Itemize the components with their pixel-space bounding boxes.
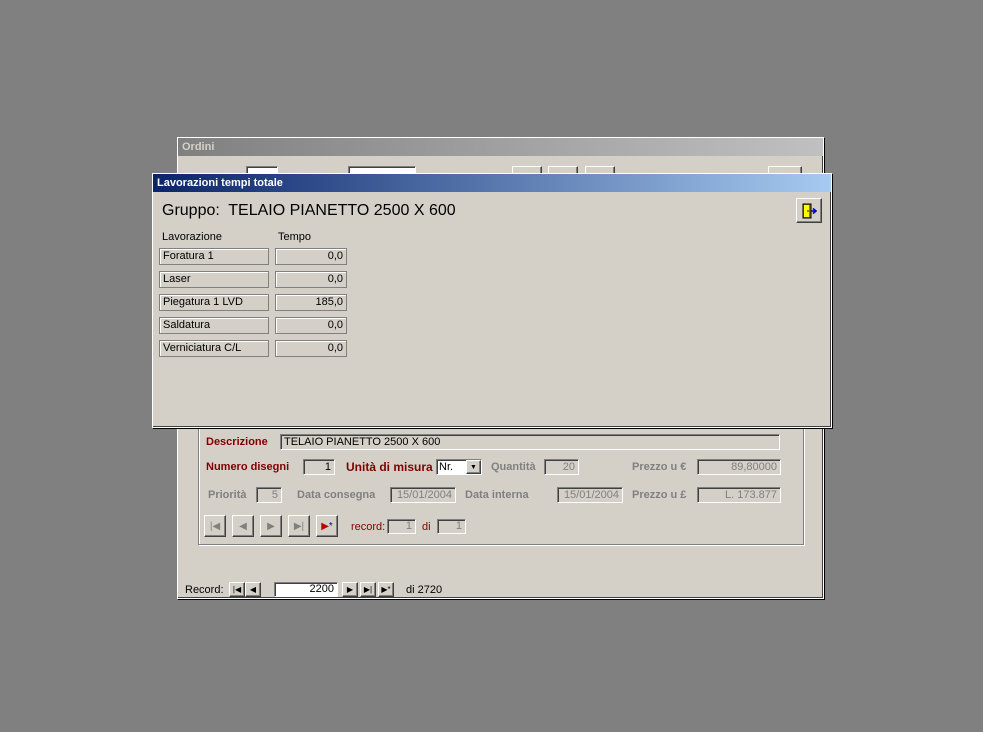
sub-first-record-button[interactable]: |◀ bbox=[204, 515, 226, 537]
data-consegna-label: Data consegna bbox=[297, 489, 376, 501]
sub-last-record-button[interactable]: ▶| bbox=[288, 515, 310, 537]
subrecord-of-label: di bbox=[422, 521, 431, 533]
subrecord-total-field: 1 bbox=[437, 519, 466, 534]
gruppo-value: TELAIO PIANETTO 2500 X 600 bbox=[228, 202, 456, 219]
subrecord-field[interactable]: 1 bbox=[387, 519, 416, 534]
quantita-label: Quantità bbox=[491, 461, 536, 473]
gruppo-heading: Gruppo: TELAIO PIANETTO 2500 X 600 bbox=[162, 202, 456, 220]
last-record-icon: ▶| bbox=[293, 520, 305, 532]
list-item: Saldatura 0,0 bbox=[159, 317, 359, 337]
descrizione-field[interactable]: TELAIO PIANETTO 2500 X 600 bbox=[280, 434, 780, 450]
unita-misura-select[interactable]: Nr. ▼ bbox=[436, 459, 482, 475]
lavorazione-tempo[interactable]: 185,0 bbox=[275, 294, 347, 311]
unita-misura-value: Nr. bbox=[439, 461, 454, 473]
subrecord-label: record: bbox=[351, 521, 386, 533]
exit-button[interactable] bbox=[796, 198, 822, 223]
sub-prev-record-button[interactable]: ◀ bbox=[232, 515, 254, 537]
list-item: Piegatura 1 LVD 185,0 bbox=[159, 294, 359, 314]
col-tempo-header: Tempo bbox=[278, 231, 312, 243]
lavorazione-name[interactable]: Saldatura bbox=[159, 317, 269, 334]
first-record-icon: |◀ bbox=[232, 585, 242, 594]
data-interna-label: Data interna bbox=[465, 489, 529, 501]
prev-record-icon: ◀ bbox=[239, 520, 247, 532]
prezzo-eur-field[interactable]: 89,80000 bbox=[697, 459, 781, 475]
lavorazione-tempo[interactable]: 0,0 bbox=[275, 317, 347, 334]
nav-first-record-button[interactable]: |◀ bbox=[229, 582, 245, 597]
nav-new-record-button[interactable]: ▶* bbox=[378, 582, 394, 597]
descrizione-label: Descrizione bbox=[206, 436, 268, 448]
lavorazioni-titlebar[interactable]: Lavorazioni tempi totale bbox=[153, 174, 831, 192]
data-interna-field[interactable]: 15/01/2004 bbox=[557, 487, 623, 503]
prezzo-lire-field[interactable]: L. 173.877 bbox=[697, 487, 781, 503]
record-number-input[interactable]: 2200 bbox=[274, 582, 338, 597]
exit-door-icon bbox=[802, 203, 817, 218]
unita-misura-label: Unità di misura bbox=[346, 460, 433, 474]
nav-prev-record-button[interactable]: ◀ bbox=[245, 582, 261, 597]
dropdown-arrow-icon[interactable]: ▼ bbox=[466, 460, 481, 474]
data-consegna-field[interactable]: 15/01/2004 bbox=[390, 487, 456, 503]
lavorazione-name[interactable]: Piegatura 1 LVD bbox=[159, 294, 269, 311]
lavorazione-name[interactable]: Foratura 1 bbox=[159, 248, 269, 265]
lavorazioni-title: Lavorazioni tempi totale bbox=[157, 177, 283, 189]
lavorazione-tempo[interactable]: 0,0 bbox=[275, 248, 347, 265]
priorita-label: Priorità bbox=[208, 489, 247, 501]
list-item: Verniciatura C/L 0,0 bbox=[159, 340, 359, 360]
prezzo-eur-label: Prezzo u € bbox=[632, 461, 687, 473]
list-item: Foratura 1 0,0 bbox=[159, 248, 359, 268]
nav-next-record-button[interactable]: ▶ bbox=[342, 582, 358, 597]
col-lavorazione-header: Lavorazione bbox=[162, 231, 222, 243]
record-total-label: di 2720 bbox=[406, 584, 443, 596]
record-navigator-label: Record: bbox=[185, 584, 224, 596]
first-record-icon: |◀ bbox=[209, 520, 221, 532]
next-record-icon: ▶ bbox=[346, 585, 354, 594]
lavorazioni-window: Lavorazioni tempi totale Gruppo: TELAIO … bbox=[152, 173, 832, 428]
ordini-titlebar[interactable]: Ordini bbox=[178, 138, 823, 156]
priorita-field[interactable]: 5 bbox=[256, 487, 282, 503]
lavorazione-name[interactable]: Verniciatura C/L bbox=[159, 340, 269, 357]
sub-new-record-button[interactable]: ▶* bbox=[316, 515, 338, 537]
new-record-icon: ▶* bbox=[381, 585, 391, 594]
new-record-icon: ▶* bbox=[321, 520, 333, 532]
last-record-icon: ▶| bbox=[363, 585, 373, 594]
quantita-field[interactable]: 20 bbox=[544, 459, 579, 475]
lavorazione-tempo[interactable]: 0,0 bbox=[275, 271, 347, 288]
lavorazione-tempo[interactable]: 0,0 bbox=[275, 340, 347, 357]
next-record-icon: ▶ bbox=[267, 520, 275, 532]
sub-next-record-button[interactable]: ▶ bbox=[260, 515, 282, 537]
ordini-title: Ordini bbox=[182, 141, 215, 153]
lavorazione-name[interactable]: Laser bbox=[159, 271, 269, 288]
nav-last-record-button[interactable]: ▶| bbox=[360, 582, 376, 597]
numero-disegni-field[interactable]: 1 bbox=[303, 459, 335, 475]
numero-disegni-label: Numero disegni bbox=[206, 461, 290, 473]
prezzo-lire-label: Prezzo u £ bbox=[632, 489, 687, 501]
gruppo-label: Gruppo: bbox=[162, 202, 220, 219]
prev-record-icon: ◀ bbox=[249, 585, 257, 594]
list-item: Laser 0,0 bbox=[159, 271, 359, 291]
